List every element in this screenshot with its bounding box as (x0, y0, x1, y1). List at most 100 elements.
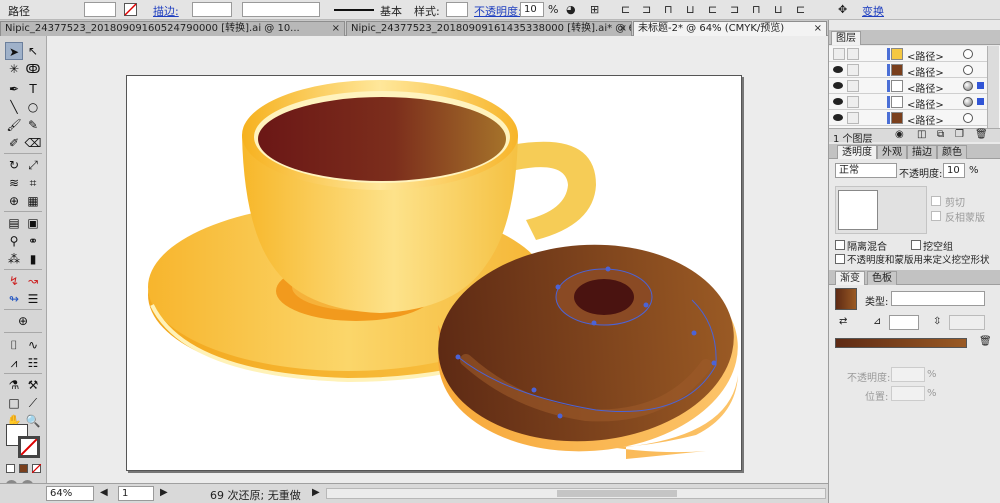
column-graph-tool-icon[interactable]: ▮ (24, 250, 42, 268)
gradient-type-dropdown[interactable] (891, 291, 985, 306)
graphic-style-dropdown[interactable] (446, 2, 468, 17)
tab-swatches[interactable]: 色板 (867, 271, 897, 285)
artwork[interactable] (126, 75, 742, 471)
artboard-tool-icon[interactable]: ⌷ (5, 336, 23, 354)
horizontal-scrollbar[interactable] (326, 488, 826, 499)
eraser-tool-icon[interactable]: ⌫ (24, 134, 42, 152)
isolate-icon[interactable]: ✥ (838, 3, 847, 16)
gradient-angle-field[interactable] (889, 315, 919, 330)
tab-document-2[interactable]: Nipic_24377523_20180909161435338000 [转换]… (346, 21, 632, 36)
target-icon[interactable] (963, 49, 973, 59)
layer-row[interactable]: <路径> (829, 46, 987, 63)
layer-row[interactable]: <路径> (829, 94, 987, 111)
rotate-tool-icon[interactable]: ↻ (5, 156, 23, 174)
tab-gradient[interactable]: 渐变 (835, 271, 865, 285)
delete-layer-icon[interactable]: 🗑 (975, 129, 988, 140)
shape-builder-tool-icon[interactable]: ⊕ (5, 192, 23, 210)
magic-wand-tool-icon[interactable]: ✳ (5, 60, 23, 78)
stop-opacity-field[interactable] (891, 367, 925, 382)
perspective-grid-tool-icon[interactable]: ▤ (5, 214, 23, 232)
stroke-swatch[interactable] (18, 436, 40, 458)
tab-appearance[interactable]: 外观 (877, 145, 907, 159)
clipping-mask-icon[interactable]: ◫ (917, 129, 926, 140)
tab-document-3[interactable]: 未标题-2* @ 64% (CMYK/预览) × (633, 21, 827, 36)
new-layer-icon[interactable]: ❐ (955, 129, 964, 140)
target-icon[interactable] (963, 65, 973, 75)
opacity-label-link[interactable]: 不透明度: (474, 3, 522, 19)
tab-stroke[interactable]: 描边 (907, 145, 937, 159)
distribute-center-icon[interactable]: ⊔ (774, 3, 783, 16)
close-icon[interactable]: × (619, 22, 627, 35)
list-tool-icon[interactable]: ☷ (24, 354, 42, 372)
tab-color[interactable]: 颜色 (937, 145, 967, 159)
knockout-group-checkbox[interactable] (911, 240, 921, 250)
stroke-label-link[interactable]: 描边: (153, 3, 179, 19)
crosshair-tool-icon[interactable]: ⊕ (14, 312, 32, 330)
coffee-surface[interactable] (258, 97, 506, 181)
layer-row[interactable]: <路径> (829, 62, 987, 79)
delete-stop-icon[interactable]: 🗑 (979, 336, 992, 347)
symbol-sprayer-tool-icon[interactable]: ⁂ (5, 250, 23, 268)
align-right-icon[interactable]: ⊓ (664, 3, 673, 16)
wave-tool-icon[interactable]: ∿ (24, 336, 42, 354)
direct-selection-tool-icon[interactable]: ↖ (24, 42, 42, 60)
visibility-icon[interactable] (833, 114, 843, 121)
object-thumbnail[interactable] (838, 190, 878, 230)
fill-color-dropdown[interactable] (84, 2, 116, 17)
layers-scrollbar[interactable] (987, 46, 999, 128)
mesh-tool-icon[interactable]: ▣ (24, 214, 42, 232)
paintbrush-tool-icon[interactable]: 🖌 (5, 116, 23, 134)
tab-transparency[interactable]: 透明度 (837, 145, 877, 159)
eyedropper-tool-icon[interactable]: ⚲ (5, 232, 23, 250)
align-middle-icon[interactable]: ⊏ (708, 3, 717, 16)
gradient-slider[interactable] (835, 338, 967, 348)
opacity-field[interactable]: 10 (520, 2, 544, 17)
zoom-dropdown[interactable]: 64% (46, 486, 94, 501)
warp-tool-icon[interactable]: ↝ (24, 272, 42, 290)
canvas-area[interactable] (48, 37, 828, 483)
line-tool-icon[interactable]: ╲ (5, 98, 23, 116)
close-icon[interactable]: × (814, 22, 822, 35)
define-knockout-checkbox[interactable] (835, 254, 845, 264)
align-bottom-icon[interactable]: ⊐ (730, 3, 739, 16)
align-center-icon[interactable]: ⊐ (642, 3, 651, 16)
pencil-tool-icon[interactable]: ✎ (24, 116, 42, 134)
slice-tool-icon[interactable]: ☰ (24, 290, 42, 308)
distribute-bottom-icon[interactable]: ⊏ (796, 3, 805, 16)
symbol-shifter-tool-icon[interactable]: ↬ (5, 290, 23, 308)
rectangle-tool-icon[interactable]: □ (5, 394, 23, 412)
transparency-opacity-field[interactable]: 10 (943, 163, 965, 178)
lasso-tool-icon[interactable]: ↂ (24, 60, 42, 78)
selection-tool-icon[interactable]: ➤ (5, 42, 23, 60)
status-menu-icon[interactable]: ▶ (312, 487, 320, 498)
visibility-icon[interactable] (833, 98, 843, 105)
tab-document-1[interactable]: Nipic_24377523_20180909160524790000 [转换]… (0, 21, 345, 36)
live-paint-tool-icon[interactable]: ▦ (24, 192, 42, 210)
target-icon[interactable] (963, 113, 973, 123)
transform-link[interactable]: 变换 (862, 3, 884, 19)
clip-checkbox[interactable] (931, 196, 941, 206)
stop-location-field[interactable] (891, 386, 925, 401)
aspect-ratio-field[interactable] (949, 315, 985, 330)
distribute-top-icon[interactable]: ⊓ (752, 3, 761, 16)
width-tool-icon[interactable]: ≋ (5, 174, 23, 192)
ellipse-tool-icon[interactable]: ○ (24, 98, 42, 116)
recolor-icon[interactable]: ◕ (566, 3, 576, 16)
pen-tool-icon[interactable]: ✒ (5, 80, 23, 98)
align-top-icon[interactable]: ⊔ (686, 3, 695, 16)
free-transform-tool-icon[interactable]: ⌗ (24, 174, 42, 192)
blend-mode-dropdown[interactable]: 正常 (835, 163, 897, 178)
color-mode-icon[interactable] (6, 464, 15, 473)
none-mode-icon[interactable] (32, 464, 41, 473)
cup-handle[interactable] (511, 141, 596, 240)
stroke-none-icon[interactable] (124, 3, 137, 16)
gradient-tool-icon[interactable]: ↯ (5, 272, 23, 290)
target-icon[interactable] (963, 81, 973, 91)
prev-artboard-icon[interactable]: ◀ (100, 487, 108, 498)
locate-object-icon[interactable]: ◉ (895, 129, 904, 140)
align-reference-icon[interactable]: ⊞ (590, 3, 599, 16)
align-left-icon[interactable]: ⊏ (621, 3, 630, 16)
blob-brush-tool-icon[interactable]: ✐ (5, 134, 23, 152)
type-tool-icon[interactable]: T (24, 80, 42, 98)
visibility-icon[interactable] (833, 82, 843, 89)
